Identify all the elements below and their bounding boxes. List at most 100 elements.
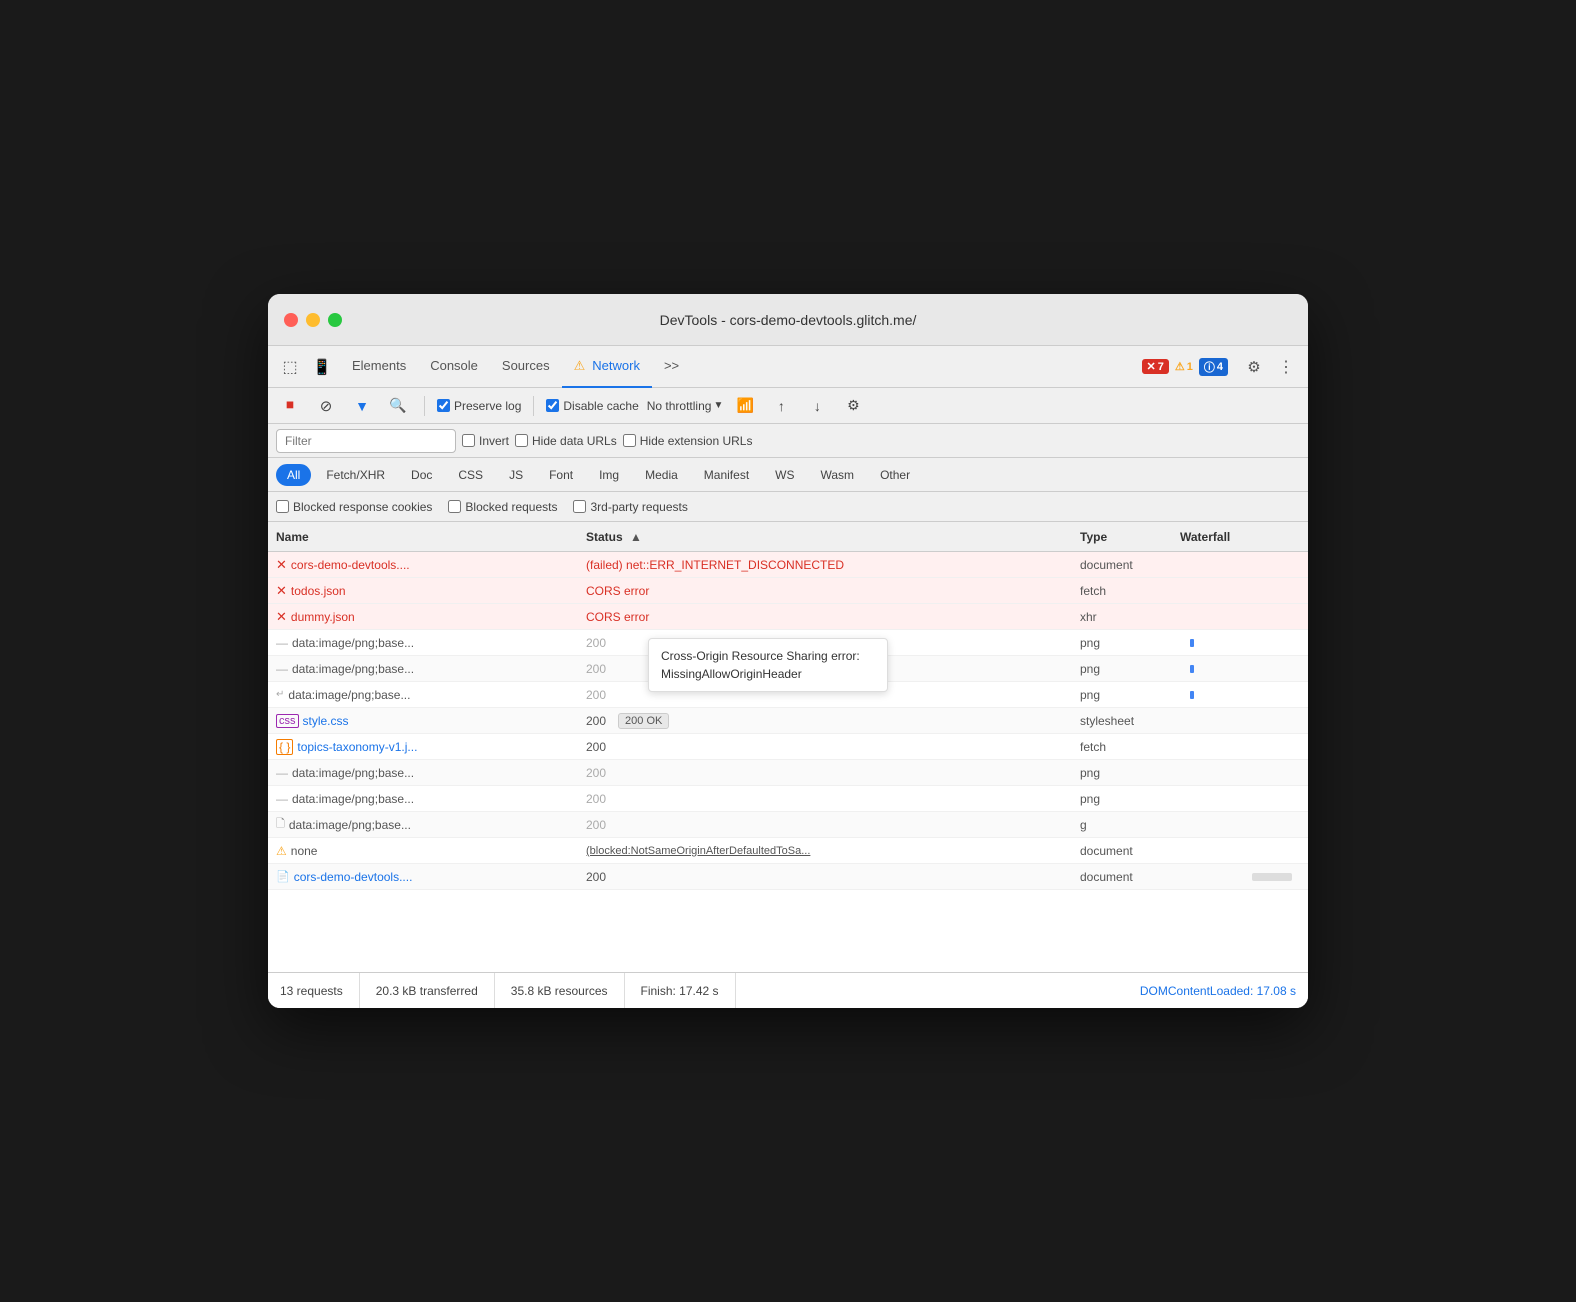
third-party-checkbox[interactable]: 3rd-party requests	[573, 500, 687, 514]
cell-type: document	[1080, 844, 1180, 858]
fullscreen-button[interactable]	[328, 313, 342, 327]
warning-icon: ⚠	[276, 844, 287, 858]
search-icon[interactable]: 🔍	[384, 392, 412, 420]
type-btn-css[interactable]: CSS	[447, 464, 494, 486]
cell-type: png	[1080, 688, 1180, 702]
clear-icon[interactable]: ⊘	[312, 392, 340, 420]
cell-name: { } topics-taxonomy-v1.j...	[276, 739, 586, 755]
cell-type: xhr	[1080, 610, 1180, 624]
more-options-icon[interactable]: ⋮	[1272, 353, 1300, 381]
cell-status: 200 200 OK	[586, 713, 1080, 729]
tab-network[interactable]: ⚠ Network	[562, 346, 652, 388]
table-row[interactable]: 🗋 data:image/png;base... 200 g This requ…	[268, 812, 1308, 838]
export-icon[interactable]: ↓	[803, 392, 831, 420]
table-row[interactable]: — data:image/png;base... 200 png	[268, 656, 1308, 682]
online-icon[interactable]: 📶	[731, 392, 759, 420]
table-row[interactable]: — data:image/png;base... 200 png	[268, 630, 1308, 656]
window-title: DevTools - cors-demo-devtools.glitch.me/	[660, 312, 917, 328]
close-button[interactable]	[284, 313, 298, 327]
waterfall-bar	[1190, 691, 1194, 699]
filter-input[interactable]	[276, 429, 456, 453]
tab-sources[interactable]: Sources	[490, 346, 562, 388]
dash-icon: —	[276, 636, 288, 650]
resources-stat: 35.8 kB resources	[495, 973, 625, 1008]
table-row[interactable]: ✕ cors-demo-devtools.... (failed) net::E…	[268, 552, 1308, 578]
preserve-log-checkbox[interactable]: Preserve log	[437, 399, 521, 413]
cell-status: (failed) net::ERR_INTERNET_DISCONNECTED	[586, 558, 1080, 572]
cell-status: 200	[586, 740, 1080, 754]
request-table: ✕ cors-demo-devtools.... (failed) net::E…	[268, 552, 1308, 972]
waterfall-bar	[1190, 639, 1194, 647]
cell-name: ✕ todos.json	[276, 583, 586, 599]
invert-checkbox[interactable]: Invert	[462, 434, 509, 448]
filter-icon[interactable]: ▼	[348, 392, 376, 420]
separator1	[424, 396, 425, 416]
type-btn-js[interactable]: JS	[498, 464, 534, 486]
requests-stat: 13 requests	[280, 973, 360, 1008]
throttle-select[interactable]: No throttling ▼	[647, 399, 724, 413]
warning-badge[interactable]: ⚠ 1	[1175, 360, 1193, 373]
cell-status: CORS error	[586, 610, 1080, 624]
cell-type: fetch	[1080, 740, 1180, 754]
doc-icon: 📄	[276, 870, 290, 883]
type-btn-img[interactable]: Img	[588, 464, 630, 486]
cell-status: 200	[586, 662, 1080, 676]
json-icon: { }	[276, 739, 293, 755]
import-icon[interactable]: ↑	[767, 392, 795, 420]
hide-ext-checkbox[interactable]: Hide extension URLs	[623, 434, 753, 448]
cell-type: g	[1080, 818, 1180, 832]
type-btn-wasm[interactable]: Wasm	[810, 464, 866, 486]
minimize-button[interactable]	[306, 313, 320, 327]
blocked-requests-checkbox[interactable]: Blocked requests	[448, 500, 557, 514]
table-row[interactable]: 📄 cors-demo-devtools.... 200 document	[268, 864, 1308, 890]
table-header: Name Status ▲ Type Waterfall	[268, 522, 1308, 552]
element-picker-icon[interactable]: ⬚	[276, 353, 304, 381]
info-icon: ⓘ	[1204, 359, 1215, 375]
settings-icon[interactable]: ⚙	[1240, 353, 1268, 381]
hide-data-checkbox[interactable]: Hide data URLs	[515, 434, 617, 448]
table-row[interactable]: css style.css 200 200 OK stylesheet	[268, 708, 1308, 734]
tab-console[interactable]: Console	[418, 346, 490, 388]
cell-type: fetch	[1080, 584, 1180, 598]
error-x-icon: ✕	[1147, 360, 1156, 373]
col-status[interactable]: Status ▲	[586, 530, 1080, 544]
cell-status: 200	[586, 818, 1080, 832]
error-icon: ✕	[276, 557, 287, 573]
tab-more[interactable]: >>	[652, 346, 691, 388]
blocked-icon: 🗋	[276, 815, 285, 834]
css-icon: css	[276, 714, 299, 728]
col-type[interactable]: Type	[1080, 530, 1180, 544]
device-mode-icon[interactable]: 📱	[308, 353, 336, 381]
table-row[interactable]: ✕ dummy.json CORS error xhr	[268, 604, 1308, 630]
type-btn-doc[interactable]: Doc	[400, 464, 443, 486]
finish-stat: Finish: 17.42 s	[625, 973, 736, 1008]
table-row[interactable]: — data:image/png;base... 200 png	[268, 760, 1308, 786]
table-row[interactable]: ✕ todos.json CORS error fetch Cross-Orig…	[268, 578, 1308, 604]
cell-status: CORS error	[586, 584, 1080, 598]
table-row[interactable]: { } topics-taxonomy-v1.j... 200 fetch	[268, 734, 1308, 760]
cell-name: ⚠ none	[276, 844, 586, 858]
network-warning-icon: ⚠	[574, 358, 586, 374]
table-row[interactable]: ⚠ none (blocked:NotSameOriginAfterDefaul…	[268, 838, 1308, 864]
table-row[interactable]: — data:image/png;base... 200 png	[268, 786, 1308, 812]
type-btn-ws[interactable]: WS	[764, 464, 805, 486]
col-waterfall[interactable]: Waterfall	[1180, 530, 1300, 544]
tab-elements[interactable]: Elements	[340, 346, 418, 388]
type-btn-font[interactable]: Font	[538, 464, 584, 486]
info-badge[interactable]: ⓘ 4	[1199, 358, 1228, 376]
blocked-cookies-checkbox[interactable]: Blocked response cookies	[276, 500, 432, 514]
disable-cache-checkbox[interactable]: Disable cache	[546, 399, 638, 413]
type-btn-media[interactable]: Media	[634, 464, 689, 486]
error-badge[interactable]: ✕ 7	[1142, 359, 1169, 374]
col-name[interactable]: Name	[276, 530, 586, 544]
network-settings-icon[interactable]: ⚙	[839, 392, 867, 420]
stop-recording-icon[interactable]: ⏹	[276, 392, 304, 420]
type-btn-fetch[interactable]: Fetch/XHR	[315, 464, 396, 486]
table-row[interactable]: ↵ data:image/png;base... 200 png	[268, 682, 1308, 708]
cell-name: ↵ data:image/png;base...	[276, 688, 586, 702]
type-btn-all[interactable]: All	[276, 464, 311, 486]
type-btn-manifest[interactable]: Manifest	[693, 464, 760, 486]
type-btn-other[interactable]: Other	[869, 464, 921, 486]
cell-name: css style.css	[276, 714, 586, 728]
status-ok-badge: 200 OK	[618, 713, 669, 729]
